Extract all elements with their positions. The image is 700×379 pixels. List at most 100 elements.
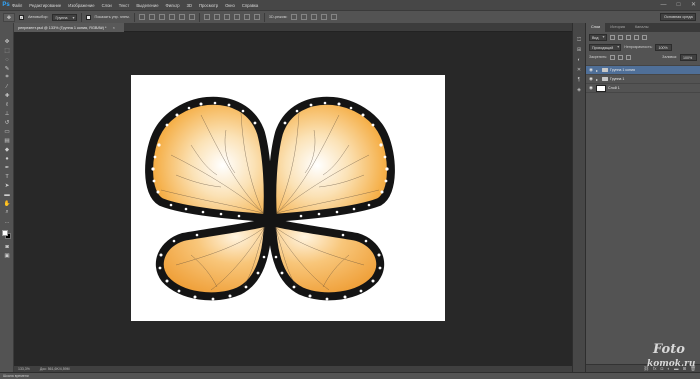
layers-panel: Слои История Каналы Вид Проходящий Непро… — [586, 23, 700, 372]
distribute-right-icon[interactable] — [253, 14, 260, 20]
layer-row[interactable]: ◉ ▸ Группа 1 — [586, 75, 700, 84]
gradient-tool-icon[interactable]: ▤ — [0, 136, 14, 145]
eraser-tool-icon[interactable]: ▭ — [0, 127, 14, 136]
adjustments-panel-icon[interactable]: ◐ — [573, 55, 585, 65]
menu-file[interactable]: Файл — [12, 3, 22, 8]
crop-tool-icon[interactable]: ⌗ — [0, 73, 14, 82]
tab-history[interactable]: История — [605, 23, 630, 32]
workspace-dropdown[interactable]: Основная среда — [660, 13, 696, 21]
menu-view[interactable]: Просмотр — [199, 3, 218, 8]
menu-3d[interactable]: 3D — [187, 3, 192, 8]
tools-presets-icon[interactable]: ✕ — [573, 65, 585, 75]
fill-input[interactable]: 100% — [680, 53, 697, 61]
blur-tool-icon[interactable]: ◆ — [0, 145, 14, 154]
marquee-tool-icon[interactable]: ⬚ — [0, 46, 14, 55]
adjustment-filter-icon[interactable] — [617, 34, 623, 40]
lock-all-icon[interactable] — [626, 54, 632, 60]
lock-position-icon[interactable] — [618, 54, 624, 60]
history-panel-icon[interactable]: ⏍ — [573, 35, 585, 45]
expand-arrow-icon[interactable]: ▸ — [596, 77, 600, 82]
tab-channels[interactable]: Каналы — [630, 23, 653, 32]
distribute-center-icon[interactable] — [243, 14, 250, 20]
3d-slide-icon[interactable] — [321, 14, 328, 20]
healing-brush-tool-icon[interactable]: ✚ — [0, 91, 14, 100]
distribute-top-icon[interactable] — [203, 14, 210, 20]
layer-kind-filter[interactable]: Вид — [589, 33, 607, 41]
folder-icon — [602, 68, 608, 72]
dodge-tool-icon[interactable]: ● — [0, 154, 14, 163]
distribute-bottom-icon[interactable] — [223, 14, 230, 20]
menu-select[interactable]: Выделение — [136, 3, 158, 8]
blend-mode-dropdown[interactable]: Проходящий — [589, 43, 622, 51]
menu-type[interactable]: Текст — [119, 3, 130, 8]
minimize-button[interactable]: — — [659, 1, 668, 9]
distribute-left-icon[interactable] — [233, 14, 240, 20]
show-transform-controls-checkbox[interactable] — [85, 14, 91, 20]
shape-filter-icon[interactable] — [633, 34, 639, 40]
opacity-input[interactable]: 100% — [655, 43, 673, 51]
expand-arrow-icon[interactable]: ▸ — [596, 68, 600, 73]
3d-pan-icon[interactable] — [311, 14, 318, 20]
eyedropper-tool-icon[interactable]: ⁄ — [0, 82, 14, 91]
3d-panel-icon[interactable]: ◈ — [573, 85, 585, 95]
align-left-icon[interactable] — [168, 14, 175, 20]
paragraph-panel-icon[interactable]: ¶ — [573, 75, 585, 85]
align-bottom-icon[interactable] — [158, 14, 165, 20]
document-size[interactable]: Док: 561,6K/4,59M — [40, 367, 70, 371]
foreground-color-swatch[interactable] — [2, 230, 8, 236]
menu-help[interactable]: Справка — [242, 3, 258, 8]
canvas-area[interactable] — [14, 32, 584, 368]
document-canvas[interactable] — [131, 75, 445, 321]
hand-tool-icon[interactable]: ✋ — [0, 199, 14, 208]
brush-tool-icon[interactable]: ℓ — [0, 100, 14, 109]
layer-row[interactable]: ◉ ▸ Группа 1 копия — [586, 66, 700, 75]
auto-select-checkbox[interactable]: ✓ — [19, 14, 24, 20]
shape-tool-icon[interactable]: ▬ — [0, 190, 14, 199]
align-top-icon[interactable] — [138, 14, 145, 20]
screen-mode-icon[interactable]: ▣ — [0, 251, 14, 260]
close-document-icon[interactable]: × — [113, 25, 115, 30]
type-tool-icon[interactable]: T — [0, 172, 14, 181]
move-tool-icon[interactable]: ✥ — [0, 37, 14, 46]
visibility-eye-icon[interactable]: ◉ — [588, 76, 594, 82]
visibility-eye-icon[interactable]: ◉ — [588, 67, 594, 73]
align-center-icon[interactable] — [178, 14, 185, 20]
menu-edit[interactable]: Редактирование — [29, 3, 61, 8]
layer-row[interactable]: ◉ Слой 1 — [586, 84, 700, 93]
quick-select-tool-icon[interactable]: ✎ — [0, 64, 14, 73]
path-select-tool-icon[interactable]: ➤ — [0, 181, 14, 190]
close-button[interactable]: ✕ — [689, 1, 698, 9]
pen-tool-icon[interactable]: ✒ — [0, 163, 14, 172]
maximize-button[interactable]: □ — [674, 1, 683, 9]
3d-rotate-icon[interactable] — [291, 14, 298, 20]
zoom-tool-icon[interactable]: ⌕ — [0, 208, 14, 217]
timeline-panel-tab[interactable]: Шкала времени — [0, 372, 700, 379]
3d-roll-icon[interactable] — [301, 14, 308, 20]
zoom-level[interactable]: 133,3% — [18, 367, 30, 371]
auto-select-dropdown[interactable]: Группа — [52, 13, 77, 21]
history-brush-tool-icon[interactable]: ↺ — [0, 118, 14, 127]
watermark-logo: Foto komok.ru — [643, 340, 699, 376]
lasso-tool-icon[interactable]: ◌ — [0, 55, 14, 64]
menu-filter[interactable]: Фильтр — [166, 3, 180, 8]
quick-mask-icon[interactable]: ◙ — [0, 242, 14, 251]
type-filter-icon[interactable] — [625, 34, 631, 40]
visibility-eye-icon[interactable]: ◉ — [588, 85, 594, 91]
tab-layers[interactable]: Слои — [586, 23, 606, 32]
move-tool-preset-icon[interactable]: ✥ — [3, 12, 15, 22]
menu-window[interactable]: Окно — [225, 3, 235, 8]
menu-image[interactable]: Изображение — [68, 3, 94, 8]
align-right-icon[interactable] — [188, 14, 195, 20]
more-tools-icon[interactable]: … — [0, 217, 14, 226]
document-tab[interactable]: репрезент.psd @ 133% (Группа 1 копия, RG… — [14, 23, 124, 32]
clone-stamp-tool-icon[interactable]: ⊥ — [0, 109, 14, 118]
smart-object-filter-icon[interactable] — [641, 34, 647, 40]
color-swatches[interactable] — [0, 228, 14, 242]
properties-panel-icon[interactable]: ⊞ — [573, 45, 585, 55]
align-middle-icon[interactable] — [148, 14, 155, 20]
menu-layer[interactable]: Слои — [102, 3, 112, 8]
lock-pixels-icon[interactable] — [610, 54, 616, 60]
3d-scale-icon[interactable] — [331, 14, 338, 20]
pixel-filter-icon[interactable] — [609, 34, 615, 40]
distribute-middle-icon[interactable] — [213, 14, 220, 20]
